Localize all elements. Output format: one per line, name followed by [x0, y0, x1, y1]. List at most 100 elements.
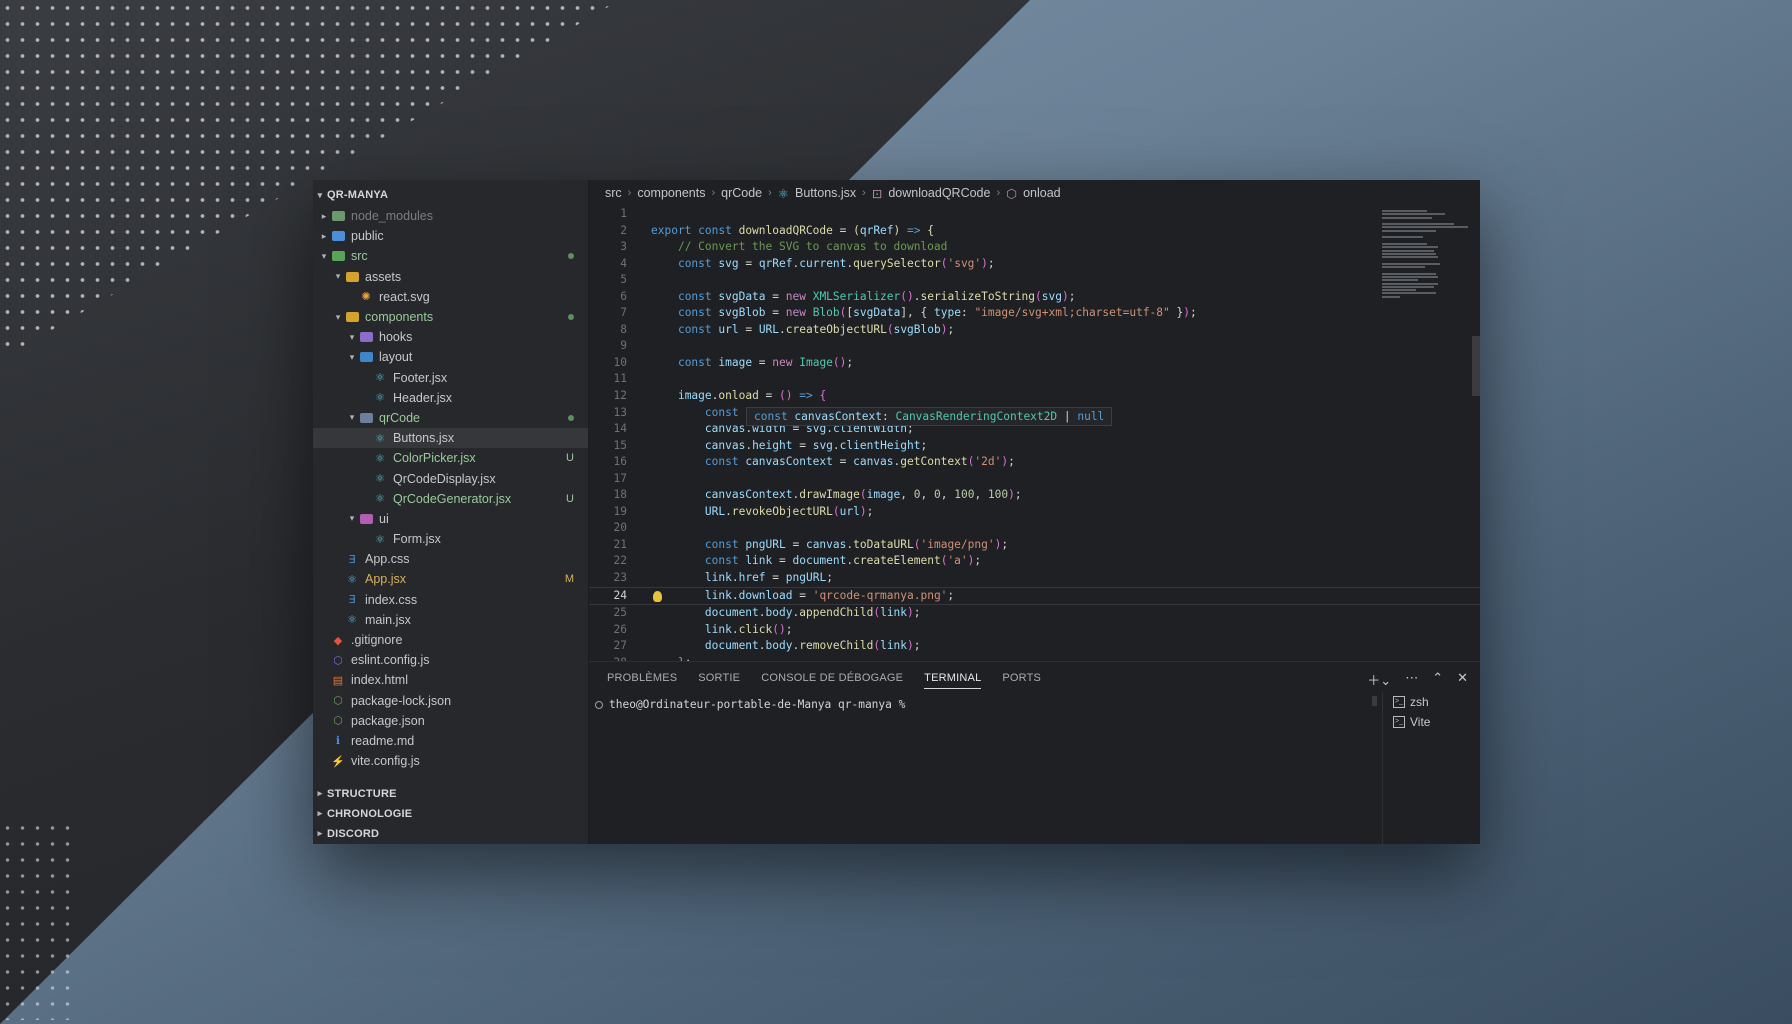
explorer-root[interactable]: ▾ QR-MANYA [313, 184, 588, 206]
eslint-icon: ⬡ [333, 654, 343, 667]
react-icon: ⚛ [375, 473, 385, 486]
breadcrumb-item[interactable]: src [605, 186, 622, 200]
tree-item--gitignore[interactable]: ◆ .gitignore [313, 630, 588, 650]
code-token: svgBlob [893, 322, 941, 336]
code-line: 25 document.body.appendChild(link); [589, 605, 1480, 622]
code-token: pngURL [785, 571, 827, 585]
code-token: = [752, 355, 773, 369]
tree-item-form-jsx[interactable]: ⚛ Form.jsx [313, 529, 588, 549]
code-token: const [677, 306, 719, 320]
folder-icon [331, 209, 345, 223]
tree-item-index-css[interactable]: ∃ index.css [313, 590, 588, 610]
code-token: canvasContext [745, 455, 833, 469]
folder-shape [359, 513, 373, 524]
code-token: document [792, 554, 847, 568]
code-text: const image = new Image(); [627, 355, 853, 372]
maximize-panel-icon[interactable]: ⌃ [1432, 670, 1443, 689]
code-token: = [738, 322, 759, 336]
tree-item-qrcode[interactable]: ▾ qrCode [313, 408, 588, 428]
code-token: toDataURL [853, 537, 914, 551]
tab-probl-mes[interactable]: PROBLÈMES [607, 668, 677, 688]
tree-item-header-jsx[interactable]: ⚛ Header.jsx [313, 388, 588, 408]
code-text: link.download = 'qrcode-qrmanya.png'; [627, 588, 954, 605]
tab-console-de-d-bogage[interactable]: CONSOLE DE DÉBOGAGE [761, 668, 903, 688]
terminal-prompt-line[interactable]: theo@Ordinateur-portable-de-Manya qr-man… [595, 698, 905, 711]
tree-item-components[interactable]: ▾ components [313, 307, 588, 327]
git-status-badge: U [566, 492, 574, 505]
code-token: body [765, 639, 793, 653]
folder-icon [359, 330, 373, 344]
code-text: document.body.removeChild(link); [627, 638, 921, 655]
tree-item-app-jsx[interactable]: ⚛ App.jsx M [313, 569, 588, 589]
cube-icon: ⬡ [1006, 186, 1018, 201]
vite-icon: ⚡ [331, 755, 345, 768]
tree-item-index-html[interactable]: ▤ index.html [313, 670, 588, 690]
tree-item-src[interactable]: ▾ src [313, 246, 588, 266]
tree-item-layout[interactable]: ▾ layout [313, 347, 588, 367]
tree-item-hooks[interactable]: ▾ hooks [313, 327, 588, 347]
tree-item-label: qrCode [379, 410, 420, 425]
code-token: url [718, 322, 739, 336]
more-actions-icon[interactable]: ⋯ [1405, 670, 1418, 689]
code-editor[interactable]: 1 2 export const downloadQRCode = (qrRef) … [589, 206, 1480, 661]
minimap[interactable] [1382, 210, 1472, 300]
code-token: createElement [853, 554, 941, 568]
tab-sortie[interactable]: SORTIE [698, 668, 740, 688]
tree-item-assets[interactable]: ▾ assets [313, 267, 588, 287]
tree-item-main-jsx[interactable]: ⚛ main.jsx [313, 610, 588, 630]
editor-scrollbar[interactable] [1472, 336, 1480, 396]
tree-item-vite-config-js[interactable]: ⚡ vite.config.js [313, 751, 588, 771]
tree-item-qrcodegenerator-jsx[interactable]: ⚛ QrCodeGenerator.jsx U [313, 489, 588, 509]
breadcrumb-separator-icon: › [996, 187, 1001, 199]
close-panel-icon[interactable]: ✕ [1457, 670, 1468, 689]
tree-item-label: Footer.jsx [393, 370, 448, 385]
minimap-line [1382, 249, 1435, 252]
lightbulb-icon[interactable] [653, 590, 662, 602]
breadcrumb-item[interactable]: qrCode [721, 186, 762, 200]
terminal-scrollbar[interactable] [1372, 696, 1377, 706]
code-line: 24 link.download = 'qrcode-qrmanya.png'; [589, 586, 1480, 606]
code-token: qrRef [859, 223, 894, 237]
breadcrumb-item[interactable]: components [637, 186, 705, 200]
node-icon: ⬡ [333, 715, 343, 728]
chevron-down-icon: ▾ [335, 311, 341, 322]
tree-item-ui[interactable]: ▾ ui [313, 509, 588, 529]
tree-item-colorpicker-jsx[interactable]: ⚛ ColorPicker.jsx U [313, 448, 588, 468]
tree-item-readme-md[interactable]: ℹ readme.md [313, 731, 588, 751]
tree-item-public[interactable]: ▸ public [313, 226, 588, 246]
section-label: DISCORD [327, 827, 380, 840]
tree-item-buttons-jsx[interactable]: ⚛ Buttons.jsx [313, 428, 588, 449]
breadcrumb-item[interactable]: downloadQRCode [888, 186, 990, 200]
tree-item-eslint-config-js[interactable]: ⬡ eslint.config.js [313, 650, 588, 670]
code-text: link.href = pngURL; [627, 570, 833, 587]
terminal-item-vite[interactable]: >_ Vite [1393, 712, 1480, 732]
section-chronologie[interactable]: ▸ CHRONOLOGIE [313, 804, 588, 824]
new-terminal-icon[interactable]: ＋⌄ [1367, 670, 1391, 689]
tree-item-node-modules[interactable]: ▸ node_modules [313, 206, 588, 226]
tree-item-app-css[interactable]: ∃ App.css [313, 549, 588, 569]
code-token: revokeObjectURL [731, 504, 833, 518]
code-token: href [738, 571, 766, 585]
tree-item-package-json[interactable]: ⬡ package.json [313, 711, 588, 731]
code-line: 27 document.body.removeChild(link); [589, 638, 1480, 655]
breadcrumb-item[interactable]: Buttons.jsx [795, 186, 856, 200]
breadcrumb-item[interactable]: onload [1023, 186, 1061, 200]
tree-item-react-svg[interactable]: ✺ react.svg [313, 287, 588, 307]
code-token: const [704, 554, 746, 568]
tree-item-qrcodedisplay-jsx[interactable]: ⚛ QrCodeDisplay.jsx [313, 468, 588, 488]
chevron-down-icon: ▾ [349, 331, 355, 342]
tab-ports[interactable]: PORTS [1002, 668, 1041, 688]
section-structure[interactable]: ▸ STRUCTURE [313, 783, 588, 803]
section-discord[interactable]: ▸ DISCORD [313, 824, 588, 844]
code-token: const [677, 322, 719, 336]
tab-terminal[interactable]: TERMINAL [924, 668, 982, 689]
terminal-item-zsh[interactable]: >_ zsh [1393, 692, 1480, 712]
code-token: ; [947, 588, 955, 602]
tree-item-package-lock-json[interactable]: ⬡ package-lock.json [313, 691, 588, 711]
tree-item-footer-jsx[interactable]: ⚛ Footer.jsx [313, 368, 588, 388]
code-token: ; [913, 606, 921, 620]
git-status-badge: M [564, 573, 574, 586]
code-token: ; [987, 256, 995, 270]
